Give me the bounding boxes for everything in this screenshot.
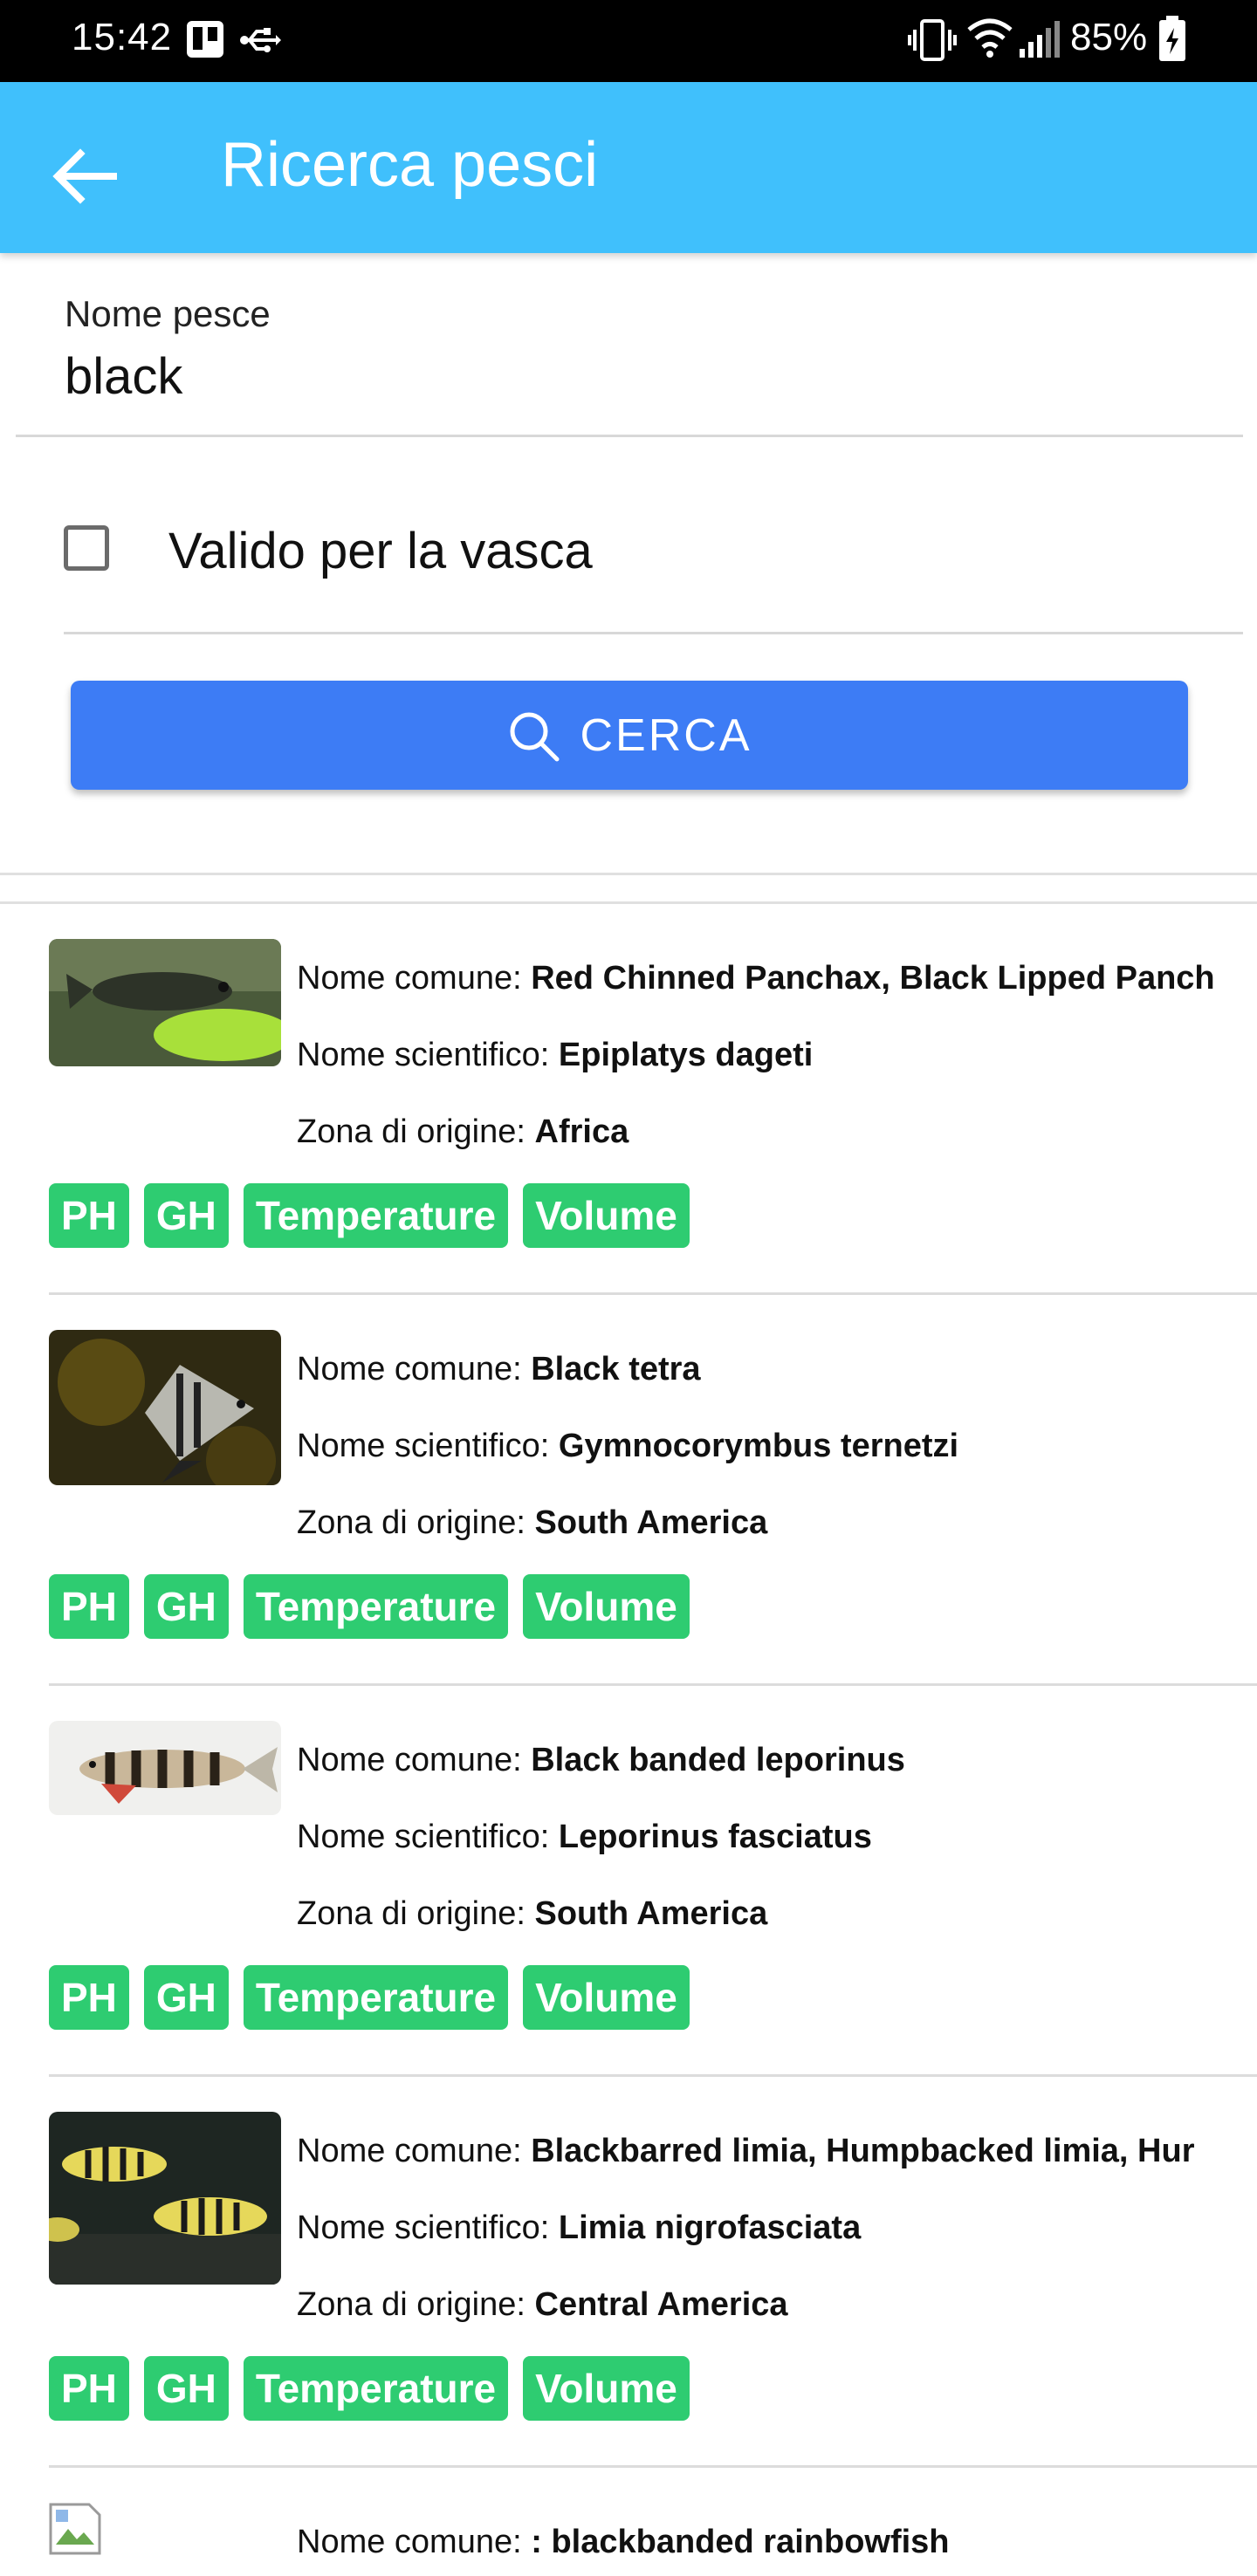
battery-charging-icon [1159,16,1185,61]
signal-icon [1020,21,1060,58]
tag-ph[interactable]: PH [49,1183,129,1248]
fish-thumbnail [49,1721,281,1815]
origin-label: Zona di origine: [297,1504,535,1541]
tag-volume[interactable]: Volume [523,1965,690,2030]
fish-thumbnail [49,939,281,1066]
origin-label: Zona di origine: [297,2286,535,2323]
tag-ph[interactable]: PH [49,2356,129,2421]
usb-icon [240,28,281,52]
origin: Central America [534,2286,788,2323]
scientific-name-label: Nome scientifico: [297,2209,559,2246]
origin-label: Zona di origine: [297,1895,535,1932]
list-item[interactable]: Nome comune: Blackbarred limia, Humpback… [0,2077,1257,2469]
origin: Africa [534,1113,629,1150]
scientific-name: Epiplatys dageti [558,1037,814,1073]
common-name-label: Nome comune: [297,1351,532,1387]
battery-percent: 85% [1070,16,1148,58]
arrow-back-icon [52,148,117,204]
list-item[interactable]: Nome comune: Black tetra Nome scientific… [0,1295,1257,1687]
divider [0,873,1257,875]
common-name: Black tetra [531,1351,701,1387]
scientific-name: Gymnocorymbus ternetzi [558,1428,959,1464]
fish-name-input[interactable]: black [65,347,182,406]
scientific-name-label: Nome scientifico: [297,1428,559,1464]
list-item[interactable]: Nome comune: Red Chinned Panchax, Black … [0,904,1257,1296]
trello-icon [187,21,223,58]
tag-volume[interactable]: Volume [523,1574,690,1639]
common-name: Red Chinned Panchax, Black Lipped Pancha… [531,960,1213,997]
tag-temperature[interactable]: Temperature [243,1574,509,1639]
tag-temperature[interactable]: Temperature [243,1183,509,1248]
common-name-label: Nome comune: [297,2133,532,2169]
tag-ph[interactable]: PH [49,1965,129,2030]
fish-thumbnail [49,1330,281,1485]
fish-name-label: Nome pesce [65,293,271,334]
tag-temperature[interactable]: Temperature [243,2356,509,2421]
tag-gh[interactable]: GH [143,1965,229,2030]
input-underline [16,435,1243,437]
broken-image-icon [49,2503,101,2555]
list-item[interactable]: Nome comune: Black banded leporinus Nome… [0,1686,1257,2078]
fish-thumbnail [49,2112,281,2285]
search-icon [510,712,560,761]
scientific-name: Limia nigrofasciata [558,2209,862,2246]
search-button-label: CERCA [580,709,752,761]
scientific-name-label: Nome scientifico: [297,1037,559,1073]
origin: South America [534,1504,768,1541]
param-tags: PH GH Temperature Volume [49,1965,704,2030]
param-tags: PH GH Temperature Volume [49,1574,704,1639]
tag-volume[interactable]: Volume [523,1183,690,1248]
search-button[interactable]: CERCA [71,681,1188,790]
status-time: 15:42 [72,16,173,58]
tag-ph[interactable]: PH [49,1574,129,1639]
tag-volume[interactable]: Volume [523,2356,690,2421]
scientific-name-label: Nome scientifico: [297,1819,559,1855]
status-bar: 15:42 85% [0,0,1257,82]
scientific-name: Leporinus fasciatus [558,1819,872,1855]
tag-temperature[interactable]: Temperature [243,1965,509,2030]
checkbox-divider [64,632,1243,634]
common-name: Black banded leporinus [531,1742,905,1778]
param-tags: PH GH Temperature Volume [49,2356,704,2421]
valid-for-tank-label[interactable]: Valido per la vasca [168,522,593,580]
tag-gh[interactable]: GH [143,2356,229,2421]
origin-label: Zona di origine: [297,1113,535,1150]
list-item[interactable]: Nome comune: : blackbanded rainbowfish [0,2468,1257,2576]
common-name-label: Nome comune: [297,960,532,997]
page-title: Ricerca pesci [221,130,599,200]
common-name: Blackbarred limia, Humpbacked limia, Hur [531,2133,1195,2169]
origin: South America [534,1895,768,1932]
app-bar: Ricerca pesci [0,82,1257,253]
wifi-icon [967,18,1013,58]
common-name-label: Nome comune: [297,1742,532,1778]
common-name: : blackbanded rainbowfish [531,2524,950,2560]
tag-gh[interactable]: GH [143,1183,229,1248]
param-tags: PH GH Temperature Volume [49,1183,704,1248]
common-name-label: Nome comune: [297,2524,532,2560]
valid-for-tank-checkbox[interactable] [64,525,109,571]
tag-gh[interactable]: GH [143,1574,229,1639]
vibrate-icon [908,19,957,61]
back-button[interactable] [42,133,129,220]
